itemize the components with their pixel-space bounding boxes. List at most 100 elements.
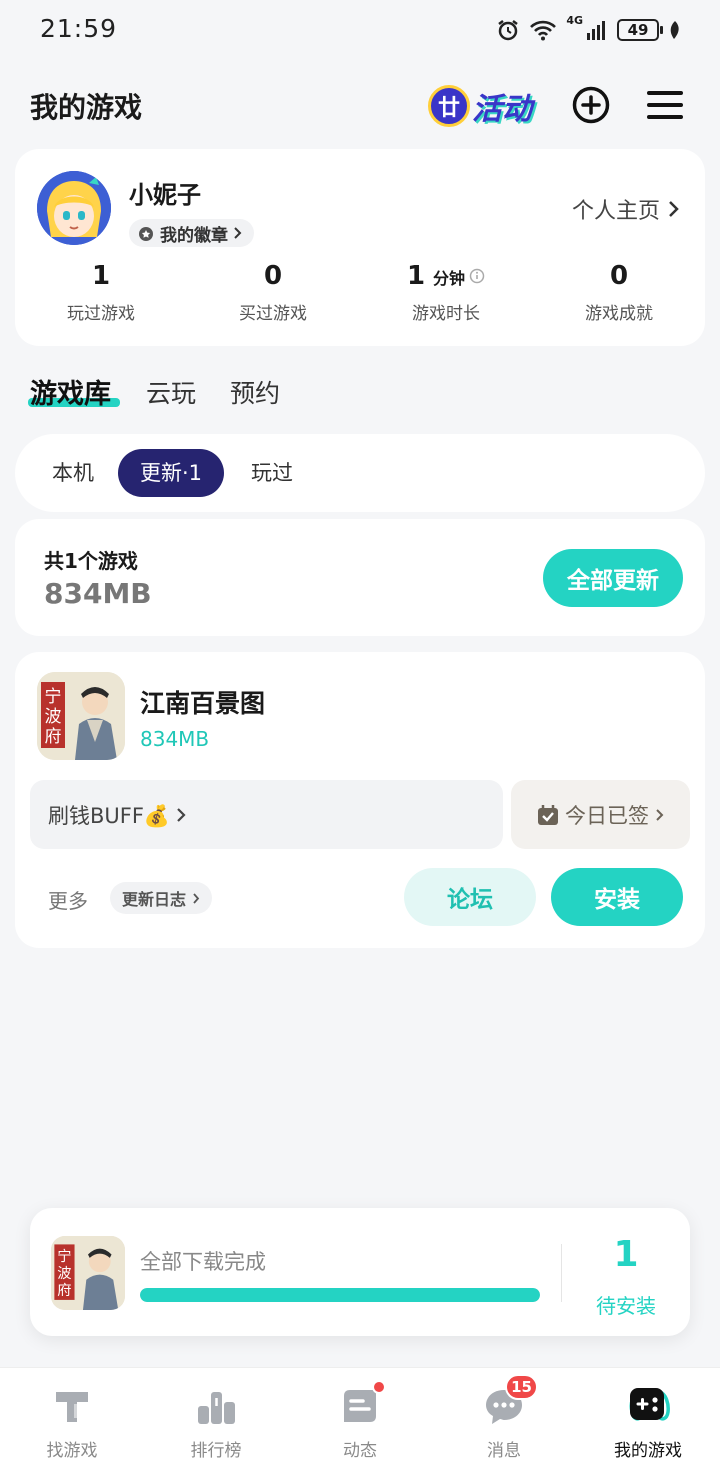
avatar-image	[37, 171, 111, 245]
install-button[interactable]: 安装	[551, 868, 683, 926]
activity-button[interactable]: 廿 活动	[428, 80, 532, 132]
stat-label: 玩过游戏	[67, 304, 135, 324]
profile-card: 小妮子 我的徽章 个人主页 1 玩过游戏 0 买过游戏 1 分钟 游戏时长 0 …	[15, 149, 705, 346]
chevron-right-icon	[193, 892, 200, 904]
buff-label: 刷钱BUFF💰	[48, 803, 171, 828]
status-icons: 4G 49	[496, 14, 682, 46]
plus-circle-icon	[572, 86, 610, 124]
network-type: 4G	[566, 14, 583, 27]
stat-value: 0	[263, 261, 283, 291]
nav-label: 消息	[487, 1441, 521, 1461]
stat-label: 买过游戏	[239, 304, 307, 324]
nav-my-games[interactable]: 我的游戏	[576, 1368, 720, 1469]
nav-feed[interactable]: 动态	[288, 1368, 432, 1469]
homepage-label: 个人主页	[571, 199, 660, 224]
status-time: 21:59	[40, 14, 118, 43]
battery-indicator: 49	[617, 19, 663, 41]
stat-played-games[interactable]: 1 玩过游戏	[15, 261, 187, 324]
pending-install-count: 1	[613, 1234, 639, 1275]
battery-level: 49	[627, 21, 649, 39]
message-count-badge: 15	[505, 1374, 538, 1400]
menu-icon	[647, 91, 683, 119]
game-icon-char: 波	[57, 1265, 71, 1282]
username: 小妮子	[129, 181, 201, 209]
stat-play-time[interactable]: 1 分钟 游戏时长	[360, 261, 532, 324]
pending-install-label: 待安装	[596, 1294, 656, 1318]
buff-promo-link[interactable]: 刷钱BUFF💰	[30, 780, 503, 849]
divider	[561, 1244, 562, 1302]
stat-bought-games[interactable]: 0 买过游戏	[187, 261, 359, 324]
game-icon-char: 府	[45, 727, 62, 747]
find-game-icon	[50, 1384, 94, 1428]
nav-label: 找游戏	[46, 1441, 98, 1461]
chevron-right-icon	[177, 807, 186, 822]
menu-button[interactable]	[645, 85, 685, 125]
changelog-button[interactable]: 更新日志	[110, 882, 213, 914]
message-icon: 15	[482, 1374, 538, 1428]
stat-label: 游戏时长	[412, 304, 480, 324]
my-badge-label: 我的徽章	[160, 225, 228, 246]
game-icon[interactable]: 宁 波 府	[37, 672, 125, 760]
stat-label: 游戏成就	[585, 304, 653, 324]
homepage-link[interactable]: 个人主页	[572, 193, 679, 225]
forum-button[interactable]: 论坛	[404, 868, 536, 926]
stat-value: 1	[91, 261, 111, 291]
stat-achievements[interactable]: 0 游戏成就	[533, 261, 705, 324]
download-game-icon: 宁 波 府	[51, 1236, 125, 1310]
download-status: 全部下载完成	[140, 1250, 266, 1274]
filter-bar: 本机 更新·1 玩过	[15, 434, 705, 512]
chevron-right-icon	[656, 808, 664, 821]
add-button[interactable]	[571, 85, 611, 125]
game-size: 834MB	[140, 727, 210, 751]
more-link[interactable]: 更多	[48, 885, 88, 914]
tab-game-library[interactable]: 游戏库	[30, 372, 111, 411]
leaf-icon	[670, 21, 679, 39]
signal-icon	[587, 21, 605, 40]
avatar[interactable]	[37, 171, 111, 245]
game-icon-char: 波	[45, 707, 62, 727]
nav-label: 排行榜	[190, 1441, 242, 1461]
download-progress-bar	[140, 1288, 540, 1302]
nav-label: 我的游戏	[614, 1441, 682, 1461]
activity-badge-icon: 廿	[428, 85, 470, 127]
game-art: 宁 波 府	[51, 1236, 125, 1310]
nav-ranking[interactable]: 排行榜	[144, 1368, 288, 1469]
notification-dot	[372, 1380, 386, 1394]
wifi-icon	[530, 20, 557, 41]
stat-value: 0	[609, 261, 629, 291]
chevron-right-icon	[669, 201, 679, 217]
nav-messages[interactable]: 15 消息	[432, 1368, 576, 1469]
medal-icon	[139, 227, 153, 241]
calendar-check-icon	[538, 804, 558, 825]
game-art: 宁 波 府	[37, 672, 125, 760]
feed-icon	[338, 1380, 386, 1428]
info-icon[interactable]	[469, 268, 485, 284]
changelog-label: 更新日志	[122, 890, 187, 909]
tab-cloud-play[interactable]: 云玩	[146, 374, 196, 410]
filter-local[interactable]: 本机	[30, 449, 116, 497]
game-icon-char: 宁	[45, 687, 62, 707]
bottom-nav: 找游戏 排行榜 动态 15 消息 我的游戏	[0, 1367, 720, 1469]
nav-find-game[interactable]: 找游戏	[0, 1368, 144, 1469]
alarm-icon	[498, 20, 519, 41]
page-title: 我的游戏	[30, 91, 143, 124]
tab-reservations[interactable]: 预约	[230, 374, 280, 410]
ranking-icon	[194, 1384, 238, 1428]
filter-updates[interactable]: 更新·1	[118, 449, 225, 497]
stat-value: 1	[406, 261, 426, 291]
activity-label: 活动	[472, 92, 532, 127]
game-icon-char: 宁	[57, 1248, 71, 1265]
filter-played[interactable]: 玩过	[229, 449, 315, 497]
my-badge-button[interactable]: 我的徽章	[129, 219, 254, 247]
my-games-icon	[626, 1384, 670, 1428]
stat-unit: 分钟	[433, 269, 466, 288]
game-card: 宁 波 府 江南百景图 834MB 刷钱BUFF💰 今日已签 更多 更新日志 论…	[15, 652, 705, 948]
game-icon-char: 府	[57, 1282, 71, 1299]
download-panel[interactable]: 宁 波 府 全部下载完成 1 待安装	[30, 1208, 690, 1336]
total-size: 834MB	[44, 577, 152, 610]
chevron-right-icon	[234, 227, 242, 239]
update-all-button[interactable]: 全部更新	[543, 549, 683, 607]
daily-signin-button[interactable]: 今日已签	[511, 780, 690, 849]
game-name: 江南百景图	[140, 689, 266, 718]
game-count: 共1个游戏	[44, 549, 138, 573]
